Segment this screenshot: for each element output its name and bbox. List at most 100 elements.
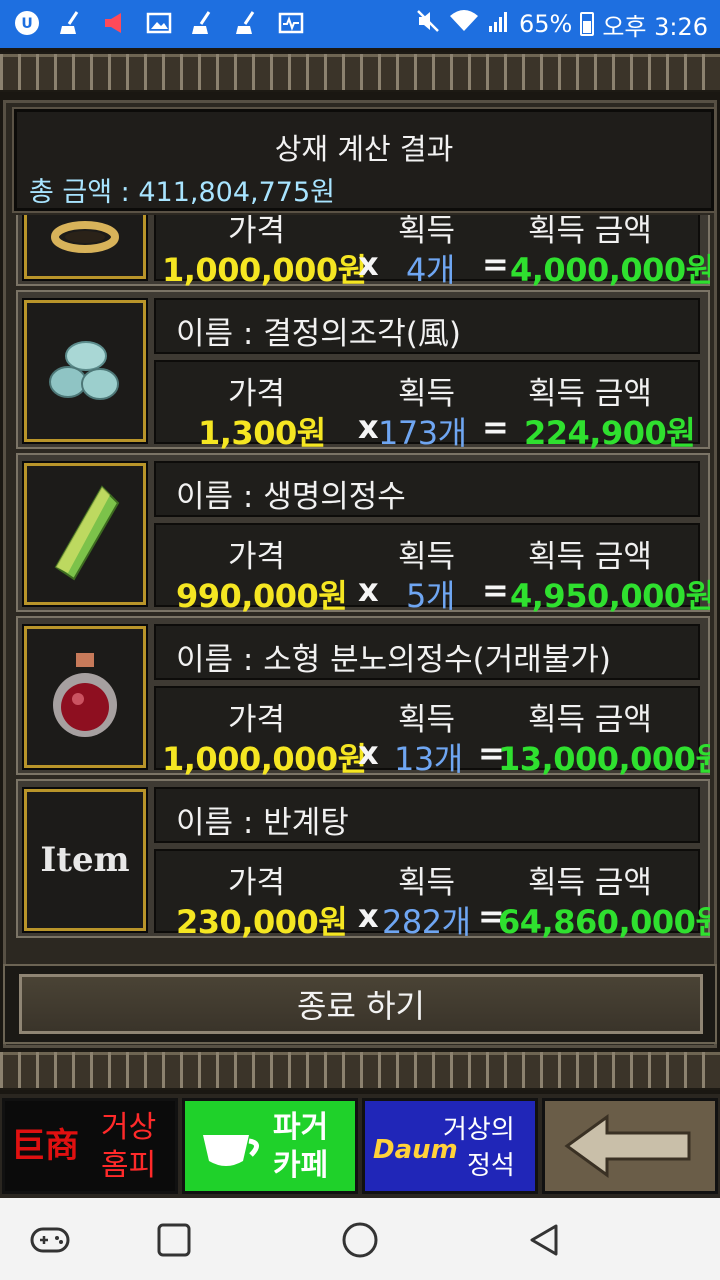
list-item: 가격 획득 획득 금액 1,000,000원 x 4개 = 4,000,000원 <box>16 215 710 289</box>
item-name: 이름 : 반계탕 <box>176 805 349 841</box>
item-placeholder-icon: Item <box>22 787 148 933</box>
item-data-box: 가격 획득 획득 금액 1,300원 x 173개 = 224,900원 <box>154 360 700 452</box>
geosang-logo: 巨商 <box>11 1126 79 1166</box>
green-crystal-icon <box>22 461 148 607</box>
system-status: 65% 오후 3:26 <box>415 0 708 48</box>
multiply-sign: x <box>358 245 379 283</box>
list-item: 이름 : 결정의조각(風) 가격 획득 획득 금액 1,300원 x 173개 … <box>16 290 710 452</box>
amount-label: 획득 금액 <box>528 865 652 901</box>
item-name: 이름 : 소형 분노의정수(거래불가) <box>176 642 611 678</box>
multiply-sign: x <box>358 734 379 772</box>
battery-percent: 65% <box>518 10 573 38</box>
amount-label: 획득 금액 <box>528 539 652 575</box>
item-name-box: 이름 : 생명의정수 <box>154 461 700 517</box>
item-data-box: 가격 획득 획득 금액 1,000,000원 x 13개 = 13,000,00… <box>154 686 710 778</box>
item-name: 이름 : 생명의정수 <box>176 479 406 515</box>
menu-label: 홈피 <box>101 1148 157 1183</box>
item-price: 990,000원 <box>176 577 348 615</box>
u-plus-icon: U <box>12 8 42 38</box>
image-icon <box>144 8 174 38</box>
multiply-sign: x <box>358 897 379 935</box>
item-name-box: 이름 : 소형 분노의정수(거래불가) <box>154 624 700 680</box>
item-list[interactable]: 가격 획득 획득 금액 1,000,000원 x 4개 = 4,000,000원 <box>16 215 710 1049</box>
item-placeholder-text: Item <box>40 840 130 880</box>
notification-icons: U <box>12 8 306 38</box>
back-arrow-icon <box>559 1111 699 1185</box>
broom-icon <box>188 8 218 38</box>
amount-label: 획득 금액 <box>528 376 652 412</box>
page-title: 상재 계산 결과 <box>274 132 454 166</box>
item-name-box: 이름 : 결정의조각(風) <box>154 298 700 354</box>
item-price: 1,000,000원 <box>162 740 367 778</box>
equals-sign: = <box>482 245 509 283</box>
menu-label: 거상의 <box>443 1115 515 1145</box>
broom-icon <box>56 8 86 38</box>
exit-button-frame: 종료 하기 <box>3 964 717 1044</box>
menu-label: 정석 <box>467 1151 515 1181</box>
back-arrow-button[interactable] <box>542 1098 718 1194</box>
item-price: 1,300원 <box>198 414 326 452</box>
item-data-box: 가격 획득 획득 금액 1,000,000원 x 4개 = 4,000,000원 <box>154 215 710 289</box>
equals-sign: = <box>482 571 509 609</box>
item-price: 1,000,000원 <box>162 251 367 289</box>
item-data-box: 가격 획득 획득 금액 990,000원 x 5개 = 4,950,000원 <box>154 523 710 615</box>
list-item: 이름 : 생명의정수 가격 획득 획득 금액 990,000원 x 5개 = 4… <box>16 453 710 615</box>
status-bar: U 65% 오후 3:26 <box>0 0 720 48</box>
price-label: 가격 <box>228 539 286 575</box>
home-icon[interactable] <box>338 1218 382 1262</box>
total-amount: 총 금액 : 411,804,775원 <box>29 177 335 208</box>
item-amount: 13,000,000원 <box>498 740 710 778</box>
pageo-cafe-button[interactable]: 파거 카페 <box>182 1098 358 1194</box>
item-count: 13개 <box>394 740 463 778</box>
gain-label: 획득 <box>398 376 456 412</box>
daum-guide-button[interactable]: Daum 거상의 정석 <box>362 1098 538 1194</box>
wifi-icon <box>449 8 479 40</box>
teacup-icon <box>199 1131 265 1175</box>
item-price: 230,000원 <box>176 903 348 941</box>
gain-label: 획득 <box>398 702 456 738</box>
recent-apps-icon[interactable] <box>152 1218 196 1262</box>
item-amount: 64,860,000원 <box>498 903 710 941</box>
item-count: 282개 <box>382 903 471 941</box>
result-header: 상재 계산 결과 총 금액 : 411,804,775원 <box>12 107 716 213</box>
ring-icon <box>22 215 148 281</box>
decorative-border-top <box>0 52 720 92</box>
gain-label: 획득 <box>398 539 456 575</box>
item-name: 이름 : 결정의조각(風) <box>176 316 461 352</box>
price-label: 가격 <box>228 376 286 412</box>
activity-icon <box>276 8 306 38</box>
bottom-menu: 巨商 거상 홈피 파거 카페 Daum 거상의 정석 <box>0 1094 720 1198</box>
item-amount: 4,000,000원 <box>510 251 710 289</box>
crystal-shards-icon <box>22 298 148 444</box>
menu-label: 카페 <box>273 1148 329 1183</box>
amount-label: 획득 금액 <box>528 702 652 738</box>
clock: 오후 3:26 <box>602 12 708 41</box>
gain-label: 획득 <box>398 865 456 901</box>
item-name-box: 이름 : 반계탕 <box>154 787 700 843</box>
broom-icon <box>232 8 262 38</box>
equals-sign: = <box>482 408 509 446</box>
menu-label: 파거 <box>273 1110 329 1145</box>
item-count: 173개 <box>378 414 467 452</box>
battery-icon <box>580 12 595 36</box>
item-list-scroll: 가격 획득 획득 금액 1,000,000원 x 4개 = 4,000,000원 <box>16 215 710 942</box>
decorative-border-bottom <box>0 1050 720 1090</box>
geosang-homepage-button[interactable]: 巨商 거상 홈피 <box>2 1098 178 1194</box>
item-data-box: 가격 획득 획득 금액 230,000원 x 282개 = 64,860,000… <box>154 849 710 941</box>
item-amount: 4,950,000원 <box>510 577 710 615</box>
game-tools-icon[interactable] <box>28 1218 72 1262</box>
multiply-sign: x <box>358 571 379 609</box>
app-screen: U 65% 오후 3:26 상재 계산 결과 총 금액: 411,804,77… <box>0 0 720 1280</box>
item-amount: 224,900원 <box>524 414 696 452</box>
signal-icon <box>487 9 511 39</box>
svg-text:U: U <box>21 16 32 32</box>
result-panel: 상재 계산 결과 총 금액 : 411,804,775원 가격 획득 획득 금액 <box>3 100 717 1048</box>
item-count: 5개 <box>406 577 455 615</box>
exit-button[interactable]: 종료 하기 <box>19 974 703 1034</box>
back-icon[interactable] <box>522 1218 566 1262</box>
megaphone-icon <box>100 8 130 38</box>
menu-label: 거상 <box>101 1110 157 1145</box>
list-item: 이름 : 소형 분노의정수(거래불가) 가격 획득 획득 금액 1,000,00… <box>16 616 710 778</box>
price-label: 가격 <box>228 702 286 738</box>
navigation-bar <box>0 1198 720 1280</box>
